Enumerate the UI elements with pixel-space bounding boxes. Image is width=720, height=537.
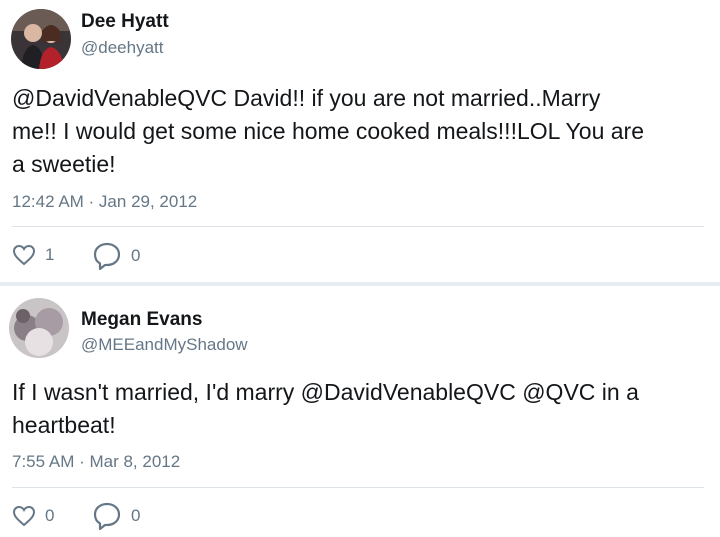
author-handle[interactable]: @deehyatt [81,38,163,58]
comment-bubble-icon [92,242,122,270]
reply-count: 0 [131,246,141,265]
like-count: 0 [45,506,55,525]
tweet-text-line: heartbeat! [12,412,116,438]
comment-bubble-icon [92,502,122,530]
tweet-text-line: me!! I would get some nice home cooked m… [12,118,645,144]
like-button[interactable]: 1 [12,244,54,266]
divider [12,487,704,488]
tweet-text: @DavidVenableQVC David!! if you are not … [12,82,712,181]
tweet-timestamp[interactable]: 12:42 AM · Jan 29, 2012 [12,192,197,212]
reply-button[interactable]: 0 [92,242,140,270]
author-name[interactable]: Dee Hyatt [81,11,169,33]
tweet-text: If I wasn't married, I'd marry @DavidVen… [12,376,712,442]
heart-icon [12,505,36,527]
tweet-text-line: a sweetie! [12,151,116,177]
avatar[interactable] [11,9,71,69]
heart-icon [12,244,36,266]
tweet-card: Dee Hyatt @deehyatt @DavidVenableQVC Dav… [0,0,720,282]
like-button[interactable]: 0 [12,505,54,527]
reply-button[interactable]: 0 [92,502,140,530]
tweet-text-line: If I wasn't married, I'd marry @DavidVen… [12,379,639,405]
divider [12,226,704,227]
avatar[interactable] [9,298,69,358]
reply-count: 0 [131,506,141,525]
author-name[interactable]: Megan Evans [81,309,202,331]
tweet-text-line: @DavidVenableQVC David!! if you are not … [12,85,601,111]
author-handle[interactable]: @MEEandMyShadow [81,335,248,355]
tweet-timestamp[interactable]: 7:55 AM · Mar 8, 2012 [12,452,180,472]
like-count: 1 [45,245,55,264]
